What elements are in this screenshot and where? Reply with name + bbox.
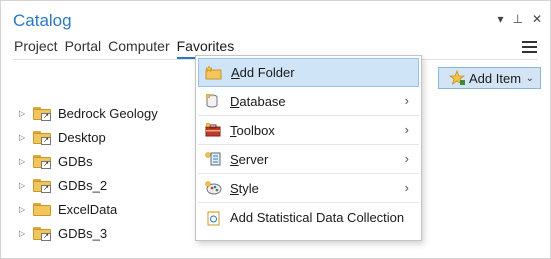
expand-caret-icon[interactable]: ▷ (19, 181, 27, 190)
submenu-arrow-icon: › (404, 151, 409, 166)
add-item-button[interactable]: Add Item ⌄ (438, 67, 541, 89)
style-icon (204, 180, 222, 196)
folder-link-icon: ↗ (33, 154, 51, 169)
expand-caret-icon[interactable]: ▷ (19, 109, 27, 118)
menu-item-label: Add Statistical Data Collection (230, 210, 405, 225)
menu-item-label: dd Folder (239, 65, 295, 80)
tree-item-label: GDBs (58, 153, 93, 169)
menu-item-toolbox[interactable]: Toolbox › (198, 116, 419, 145)
menu-item-accel: D (230, 93, 240, 109)
tree-item-label: Bedrock Geology (58, 105, 158, 121)
menu-item-server[interactable]: Server › (198, 145, 419, 174)
pane-title: Catalog (13, 11, 72, 30)
menu-item-label: atabase (239, 93, 286, 109)
submenu-arrow-icon: › (404, 122, 409, 137)
tab-portal[interactable]: Portal (65, 38, 102, 59)
tree-item[interactable]: ▷ ↗ GDBs_2 (19, 173, 158, 197)
add-folder-icon (205, 64, 223, 81)
menu-item-style[interactable]: Style › (198, 174, 419, 203)
menu-item-label: oolbox (236, 122, 275, 138)
chevron-down-icon[interactable]: ⌄ (526, 73, 534, 84)
tree-item-label: ExcelData (58, 201, 118, 217)
add-item-label: Add Item (469, 70, 522, 86)
menu-item-label: erver (238, 151, 269, 167)
menu-item-accel: S (230, 151, 239, 167)
tree-item-label: GDBs_3 (58, 225, 108, 241)
folder-link-icon: ↗ (33, 130, 51, 145)
menu-item-label: tyle (238, 180, 259, 196)
menu-icon[interactable] (522, 41, 537, 53)
folder-link-icon: ↗ (33, 106, 51, 121)
tree-item-label: GDBs_2 (58, 177, 108, 193)
tree-item[interactable]: ▷ ↗ Bedrock Geology (19, 101, 158, 125)
tab-computer[interactable]: Computer (108, 38, 169, 59)
expand-caret-icon[interactable]: ▷ (19, 205, 27, 214)
database-icon (204, 93, 222, 109)
menu-item-add-folder[interactable]: Add Folder (198, 58, 419, 87)
menu-item-accel: S (230, 180, 239, 196)
pane-options-icon[interactable]: ▾ (497, 12, 503, 26)
expand-caret-icon[interactable]: ▷ (19, 157, 27, 166)
window-controls: ▾ ⊥ ✕ (497, 12, 542, 26)
folder-link-icon: ↗ (33, 178, 51, 193)
close-icon[interactable]: ✕ (532, 12, 542, 26)
add-context-menu: Add Folder Database › Toolbox › Server ›… (195, 55, 422, 241)
toolbox-icon (204, 122, 222, 138)
pin-icon[interactable]: ⊥ (512, 12, 522, 26)
favorites-tree: ▷ ↗ Bedrock Geology ▷ ↗ Desktop ▷ ↗ GDBs… (19, 101, 158, 245)
menu-item-database[interactable]: Database › (198, 87, 419, 116)
statistical-data-icon (204, 210, 222, 226)
folder-link-icon: ↗ (33, 226, 51, 241)
expand-caret-icon[interactable]: ▷ (19, 229, 27, 238)
tree-item-label: Desktop (58, 129, 106, 145)
catalog-pane: Catalog ▾ ⊥ ✕ Project Portal Computer Fa… (0, 0, 551, 259)
tree-item[interactable]: ▷ ExcelData (19, 197, 158, 221)
add-item-star-icon (448, 69, 466, 86)
folder-icon (33, 202, 51, 216)
tree-item[interactable]: ▷ ↗ GDBs_3 (19, 221, 158, 245)
menu-item-add-statistical-data-collection[interactable]: Add Statistical Data Collection (198, 203, 419, 232)
tree-item[interactable]: ▷ ↗ Desktop (19, 125, 158, 149)
server-icon (204, 151, 222, 167)
expand-caret-icon[interactable]: ▷ (19, 133, 27, 142)
submenu-arrow-icon: › (404, 93, 409, 108)
tree-item[interactable]: ▷ ↗ GDBs (19, 149, 158, 173)
submenu-arrow-icon: › (404, 180, 409, 195)
tab-project[interactable]: Project (14, 38, 58, 59)
menu-item-accel: A (231, 65, 240, 80)
